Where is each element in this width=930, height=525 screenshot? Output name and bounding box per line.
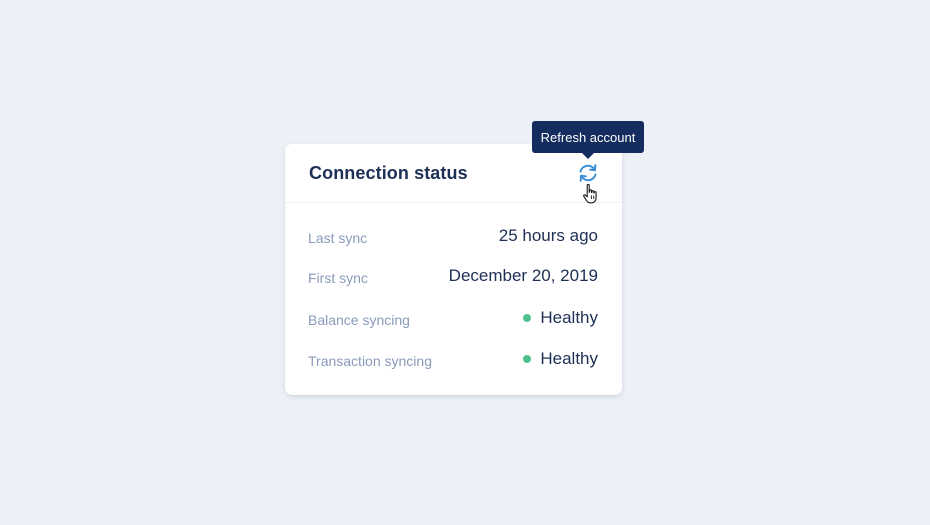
transaction-syncing-value: Healthy	[523, 349, 598, 369]
row-last-sync: Last sync 25 hours ago	[308, 226, 598, 250]
row-transaction-syncing: Transaction syncing Healthy	[308, 349, 598, 373]
hand-pointer-icon	[583, 183, 597, 204]
balance-syncing-status: Healthy	[540, 308, 598, 327]
refresh-account-button[interactable]	[576, 161, 600, 185]
last-sync-value: 25 hours ago	[499, 226, 598, 246]
refresh-account-tooltip: Refresh account	[532, 121, 644, 159]
tooltip-text: Refresh account	[540, 129, 636, 145]
connection-status-card: Connection status Last sync 25 hours ago…	[285, 144, 622, 395]
first-sync-label: First sync	[308, 270, 368, 286]
transaction-syncing-status: Healthy	[540, 349, 598, 368]
tooltip-arrow	[582, 153, 594, 159]
first-sync-text: December 20, 2019	[448, 266, 598, 285]
healthy-status-dot	[523, 314, 532, 322]
transaction-syncing-label: Transaction syncing	[308, 353, 432, 369]
refresh-icon	[579, 164, 597, 182]
last-sync-text: 25 hours ago	[498, 226, 598, 245]
last-sync-label: Last sync	[308, 230, 368, 246]
balance-syncing-value: Healthy	[523, 308, 598, 328]
row-balance-syncing: Balance syncing Healthy	[308, 308, 598, 332]
balance-syncing-label: Balance syncing	[308, 312, 410, 328]
row-first-sync: First sync December 20, 2019	[308, 266, 598, 290]
card-title: Connection status	[309, 163, 468, 183]
page: Connection status Last sync 25 hours ago…	[0, 0, 930, 525]
first-sync-value: December 20, 2019	[449, 266, 598, 286]
healthy-status-dot	[523, 355, 532, 363]
